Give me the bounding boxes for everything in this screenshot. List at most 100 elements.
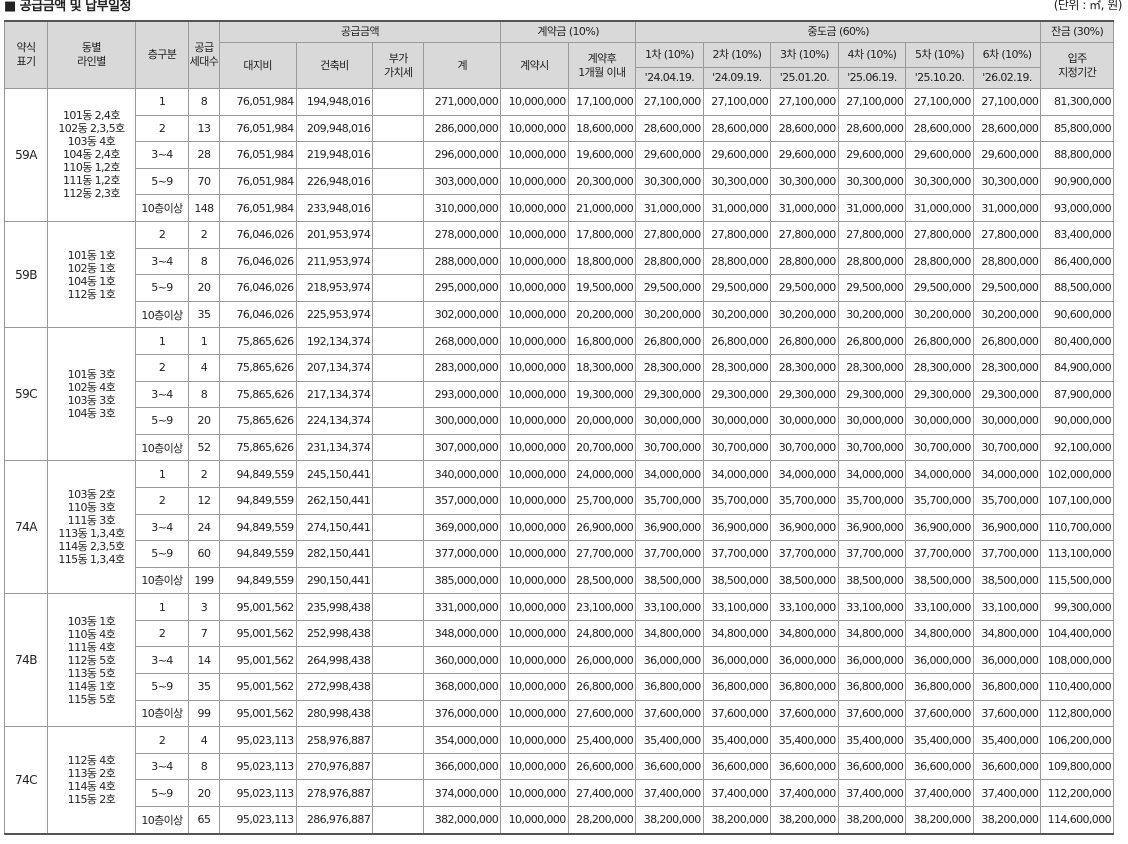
installment-1-cell: 27,800,000 [635, 220, 704, 249]
installment-5-cell: 38,200,000 [905, 806, 974, 835]
balance-cell: 102,000,000 [1040, 460, 1114, 488]
installment-6-cell: 37,700,000 [972, 540, 1042, 568]
total-cell: 300,000,000 [423, 407, 502, 435]
dong-line-item: 103동 4호 [67, 135, 116, 149]
installment-6-cell: 30,700,000 [972, 433, 1042, 462]
installment-5-cell: 37,400,000 [905, 779, 974, 808]
table-row: 59B 101동 1호 102동 1호 104동 1호 112동 1호 2 2 76,046,… [4, 220, 1114, 329]
dong-line-item: 104동 1호 [67, 274, 116, 288]
installment-3-cell: 28,300,000 [770, 353, 839, 382]
land-cost-cell: 75,865,626 [218, 380, 297, 409]
floor-cell: 10층이상 [134, 566, 190, 595]
col-inst-6: 6차 (10%) [972, 42, 1042, 68]
units-cell: 20 [188, 274, 220, 302]
installment-6-cell: 37,600,000 [972, 699, 1042, 728]
deposit-at-contract-cell: 10,000,000 [500, 752, 569, 781]
total-cell: 283,000,000 [423, 353, 502, 382]
col-floor: 층구분 [134, 20, 190, 89]
installment-2-cell: 28,600,000 [702, 114, 772, 143]
floor-cell: 3~4 [134, 141, 190, 169]
balance-cell: 90,000,000 [1040, 407, 1114, 435]
installment-1-cell: 29,500,000 [635, 274, 704, 302]
table-row: 3~4 14 95,001,562 264,998,438 360,000,000 10,… [5, 646, 1114, 675]
table-row: 2 12 94,849,559 262,150,441 357,000,000 10,00… [5, 486, 1114, 515]
units-cell: 20 [188, 407, 220, 435]
dong-line-cell: 103동 1호 110동 4호 111동 4호 112동 5호 113동 5호 114동 … [46, 593, 136, 728]
total-cell: 268,000,000 [423, 327, 502, 355]
installment-2-cell: 35,400,000 [702, 726, 772, 754]
land-cost-cell: 94,849,559 [218, 513, 297, 542]
installment-1-cell: 37,700,000 [635, 540, 704, 568]
installment-5-cell: 30,000,000 [905, 407, 974, 435]
deposit-after-month-cell: 19,300,000 [567, 380, 637, 409]
balance-cell: 108,000,000 [1040, 646, 1114, 675]
deposit-after-month-cell: 24,800,000 [567, 619, 637, 648]
land-cost-cell: 75,865,626 [218, 433, 297, 462]
deposit-at-contract-cell: 10,000,000 [500, 566, 569, 595]
table-row: 59C 101동 3호 102동 4호 103동 3호 104동 3호 1 1 75,865,… [4, 327, 1114, 462]
floor-cell: 5~9 [134, 540, 190, 568]
total-cell: 271,000,000 [423, 88, 502, 116]
installment-5-cell: 29,600,000 [905, 141, 974, 169]
table-row: 10층이상 199 94,849,559 290,150,441 385,000,000… [5, 566, 1114, 595]
col-inst-1: 1차 (10%) [635, 42, 704, 68]
units-cell: 2 [188, 460, 220, 488]
floor-cell: 3~4 [134, 646, 190, 675]
installment-6-cell: 34,800,000 [972, 619, 1042, 648]
table-header: 약식 표기 동별 라인별 층구분 공급 세대수 공급금액 계약금 (10%) 중도금 … [4, 20, 1114, 89]
balance-cell: 81,300,000 [1040, 88, 1114, 116]
dong-line-item: 113동 5호 [67, 666, 116, 680]
col-inst-1-date: '24.04.19. [635, 67, 704, 89]
building-cost-cell: 272,998,438 [295, 673, 374, 701]
installment-5-cell: 36,800,000 [905, 673, 974, 701]
dong-line-item: 104동 2,4호 [63, 148, 120, 162]
installment-1-cell: 34,000,000 [635, 460, 704, 488]
floor-cell: 2 [134, 726, 190, 754]
building-cost-cell: 290,150,441 [295, 566, 374, 595]
floor-cell: 5~9 [134, 779, 190, 808]
dong-line-cell: 103동 2호 110동 3호 111동 3호 113동 1,3,4호 114동 2,3… [46, 460, 136, 595]
installment-1-cell: 35,700,000 [635, 486, 704, 515]
building-cost-cell: 280,998,438 [295, 699, 374, 728]
col-type: 약식 표기 [4, 20, 48, 89]
total-cell: 357,000,000 [423, 486, 502, 515]
balance-cell: 90,600,000 [1040, 300, 1114, 329]
deposit-after-month-cell: 27,400,000 [567, 779, 637, 808]
installment-3-cell: 36,800,000 [770, 673, 839, 701]
installment-2-cell: 33,100,000 [702, 593, 772, 621]
installment-6-cell: 38,200,000 [972, 806, 1042, 835]
installment-4-cell: 35,700,000 [837, 486, 907, 515]
installment-6-cell: 38,500,000 [972, 566, 1042, 595]
building-cost-cell: 270,976,887 [295, 752, 374, 781]
balance-cell: 109,800,000 [1040, 752, 1114, 781]
vat-cell [372, 247, 425, 276]
vat-cell [372, 460, 425, 488]
total-cell: 377,000,000 [423, 540, 502, 568]
floor-cell: 1 [134, 327, 190, 355]
installment-1-cell: 30,200,000 [635, 300, 704, 329]
installment-4-cell: 37,600,000 [837, 699, 907, 728]
col-inst-4: 4차 (10%) [837, 42, 907, 68]
deposit-at-contract-cell: 10,000,000 [500, 300, 569, 329]
vat-cell [372, 141, 425, 169]
floor-cell: 2 [134, 619, 190, 648]
deposit-at-contract-cell: 10,000,000 [500, 380, 569, 409]
col-land: 대지비 [218, 42, 297, 89]
deposit-at-contract-cell: 10,000,000 [500, 220, 569, 249]
installment-2-cell: 27,100,000 [702, 88, 772, 116]
installment-1-cell: 36,000,000 [635, 646, 704, 675]
installment-1-cell: 28,800,000 [635, 247, 704, 276]
balance-cell: 92,100,000 [1040, 433, 1114, 462]
balance-cell: 112,800,000 [1040, 699, 1114, 728]
table-row: 74A 103동 2호 110동 3호 111동 3호 113동 1,3,4호 114동 … [4, 460, 1114, 595]
table-row: 3~4 28 76,051,984 219,948,016 296,000,000 10,… [5, 141, 1114, 169]
installment-3-cell: 31,000,000 [770, 194, 839, 222]
dong-line-item: 101동 1호 [67, 248, 116, 262]
installment-4-cell: 28,300,000 [837, 353, 907, 382]
floor-cell: 3~4 [134, 247, 190, 276]
units-cell: 52 [188, 433, 220, 462]
installment-5-cell: 27,800,000 [905, 220, 974, 249]
installment-1-cell: 30,300,000 [635, 167, 704, 196]
floor-cell: 1 [134, 88, 190, 116]
dong-line-item: 111동 3호 [67, 514, 116, 528]
